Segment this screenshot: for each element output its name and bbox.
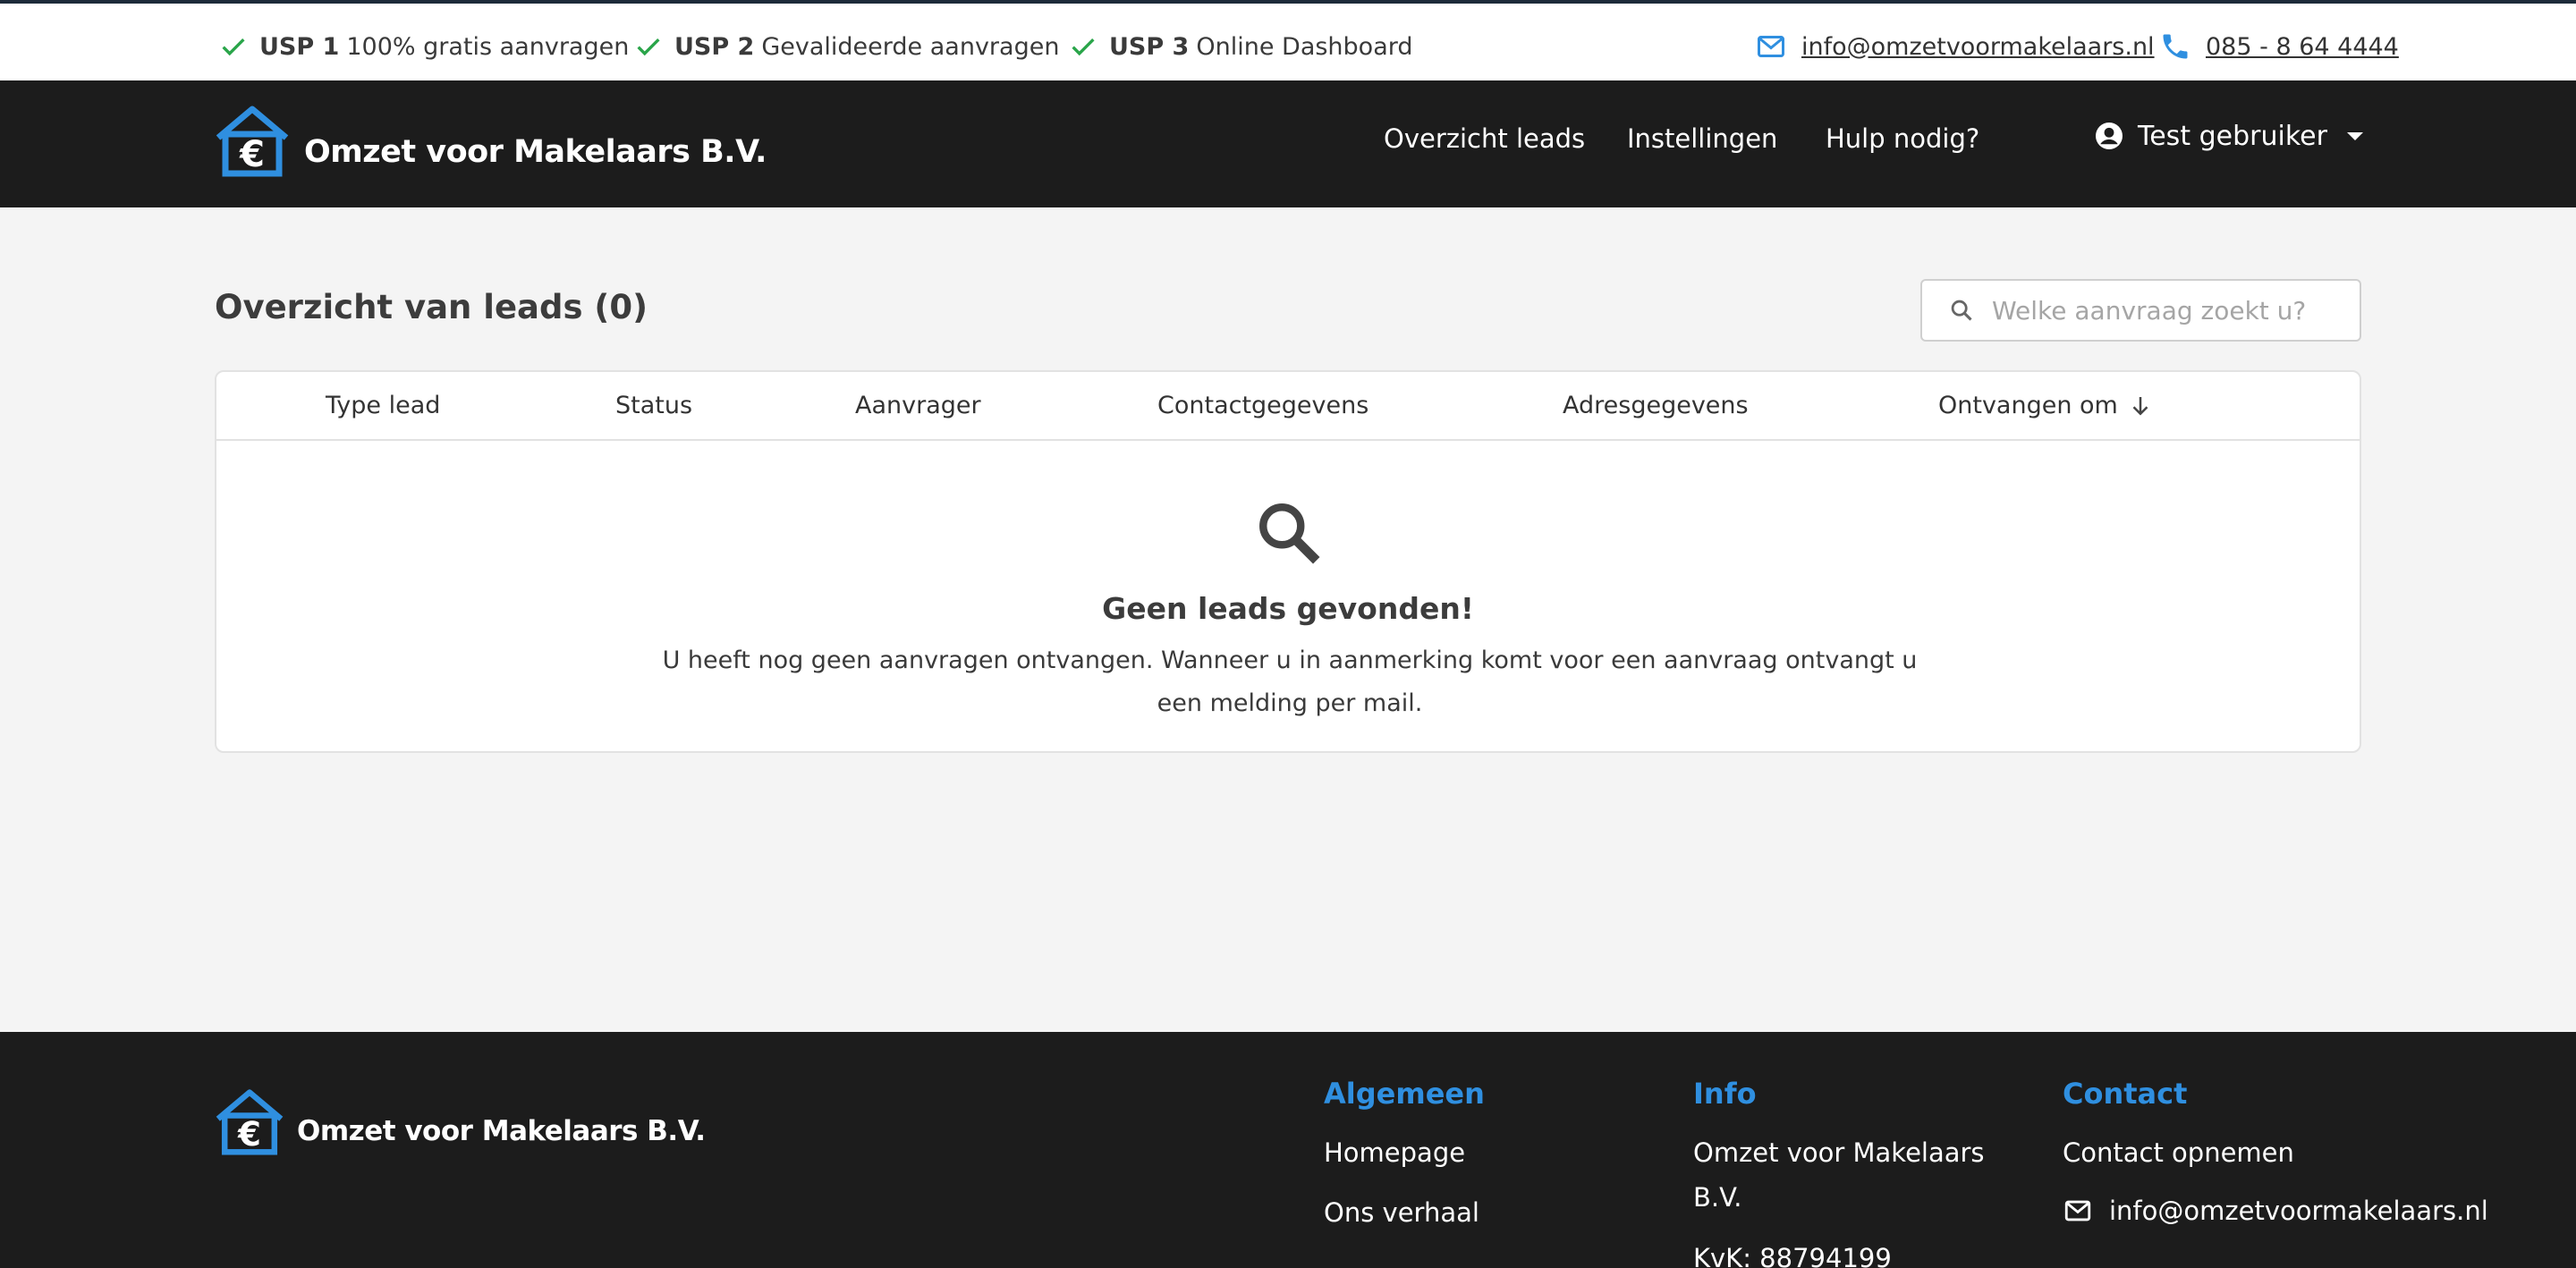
user-menu-toggle[interactable]: Test gebruiker: [2093, 120, 2363, 152]
check-icon: [637, 38, 660, 56]
footer-heading-contact: Contact: [2063, 1077, 2188, 1111]
house-euro-icon: €: [216, 1089, 284, 1155]
nav-instellingen[interactable]: Instellingen: [1627, 123, 1777, 154]
usp-text: Online Dashboard: [1196, 32, 1413, 61]
check-icon: [222, 38, 245, 56]
top-phone-text: 085 - 8 64 4444: [2206, 32, 2399, 61]
top-phone-link[interactable]: 085 - 8 64 4444: [2159, 29, 2399, 64]
column-header-contactgegevens[interactable]: Contactgegevens: [1157, 392, 1368, 419]
usp-item-3: USP 3 Online Dashboard: [1068, 29, 1413, 64]
brand-name: Omzet voor Makelaars B.V.: [304, 134, 767, 170]
usp-label: USP 1: [259, 32, 340, 61]
usp-item-2: USP 2 Gevalideerde aanvragen: [633, 29, 1059, 64]
column-header-adresgegevens[interactable]: Adresgegevens: [1563, 392, 1749, 419]
main-navbar: € Omzet voor Makelaars B.V. Overzicht le…: [0, 80, 2576, 207]
footer-kvk: KvK: 88794199: [1693, 1243, 1892, 1268]
chevron-down-icon: [2346, 131, 2363, 140]
footer-brand-logo[interactable]: € Omzet voor Makelaars B.V.: [213, 1087, 706, 1155]
footer-link-homepage[interactable]: Homepage: [1324, 1137, 1465, 1168]
search-input[interactable]: [1992, 295, 2350, 325]
usp-item-1: USP 1 100% gratis aanvragen: [218, 29, 629, 64]
footer-brand-name: Omzet voor Makelaars B.V.: [297, 1115, 706, 1147]
column-header-label: Ontvangen om: [1938, 392, 2118, 419]
footer: € Omzet voor Makelaars B.V. Algemeen Hom…: [0, 1032, 2576, 1268]
footer-heading-info: Info: [1693, 1077, 1757, 1111]
check-icon: [1072, 38, 1095, 56]
column-header-ontvangen-om[interactable]: Ontvangen om: [1938, 392, 2154, 419]
usp-bar: USP 1 100% gratis aanvragen USP 2 Gevali…: [0, 0, 2576, 80]
nav-overzicht-leads[interactable]: Overzicht leads: [1384, 123, 1585, 154]
column-header-status[interactable]: Status: [615, 392, 692, 419]
footer-link-ons-verhaal[interactable]: Ons verhaal: [1324, 1197, 1479, 1228]
user-name: Test gebruiker: [2138, 120, 2327, 152]
footer-link-contact-opnemen[interactable]: Contact opnemen: [2063, 1137, 2294, 1168]
phone-icon: [2163, 34, 2188, 59]
usp-text: 100% gratis aanvragen: [346, 32, 630, 61]
page-title: Overzicht van leads (0): [215, 288, 648, 326]
footer-heading-algemeen: Algemeen: [1324, 1077, 1485, 1111]
app-root: USP 1 100% gratis aanvragen USP 2 Gevali…: [0, 0, 2576, 1268]
search-icon: [1259, 503, 1320, 564]
search-icon: [1951, 300, 1972, 321]
mail-icon: [1758, 36, 1784, 57]
footer-email-link[interactable]: info@omzetvoormakelaars.nl: [2063, 1196, 2488, 1226]
top-email-text: info@omzetvoormakelaars.nl: [1801, 32, 2155, 61]
leads-table: Type lead Status Aanvrager Contactgegeve…: [215, 370, 2361, 753]
footer-email-text: info@omzetvoormakelaars.nl: [2109, 1196, 2488, 1226]
footer-company-name-suffix: B.V.: [1693, 1182, 1742, 1213]
search-box: [1920, 279, 2361, 342]
usp-text: Gevalideerde aanvragen: [761, 32, 1060, 61]
brand-logo[interactable]: € Omzet voor Makelaars B.V.: [213, 104, 767, 177]
house-euro-icon: €: [216, 106, 289, 177]
nav-hulp-nodig[interactable]: Hulp nodig?: [1826, 123, 1979, 154]
footer-company-name: Omzet voor Makelaars: [1693, 1137, 1985, 1168]
usp-label: USP 2: [674, 32, 755, 61]
empty-state: Geen leads gevonden! U heeft nog geen aa…: [216, 441, 2360, 752]
arrow-down-icon: [2132, 396, 2148, 416]
usp-label: USP 3: [1109, 32, 1190, 61]
column-header-type-lead[interactable]: Type lead: [326, 392, 440, 419]
column-header-aanvrager[interactable]: Aanvrager: [855, 392, 981, 419]
svg-text:€: €: [239, 134, 265, 175]
svg-text:€: €: [237, 1115, 261, 1154]
mail-icon: [2064, 1200, 2091, 1222]
table-header: Type lead Status Aanvrager Contactgegeve…: [216, 372, 2360, 441]
user-circle-icon: [2096, 123, 2123, 149]
top-email-link[interactable]: info@omzetvoormakelaars.nl: [1755, 29, 2155, 64]
empty-state-title: Geen leads gevonden!: [1102, 591, 1474, 626]
empty-state-text: U heeft nog geen aanvragen ontvangen. Wa…: [662, 647, 1918, 717]
